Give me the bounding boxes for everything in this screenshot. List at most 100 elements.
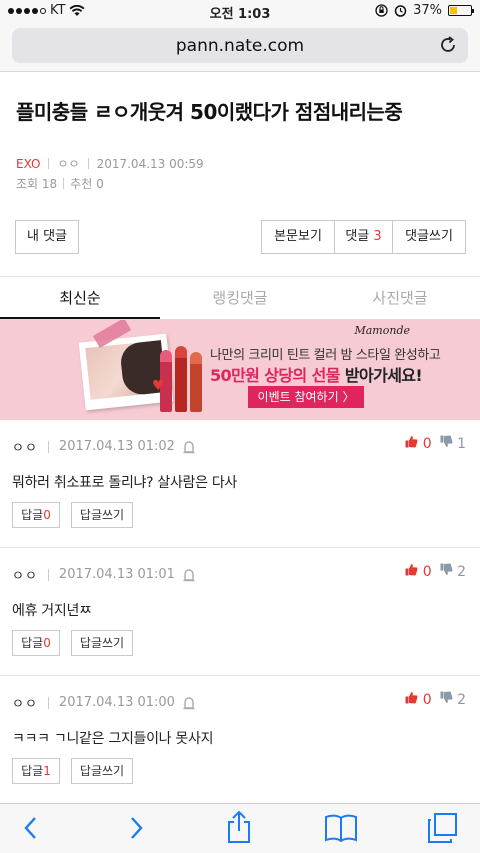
- back-icon[interactable]: [20, 814, 42, 842]
- comment-votes: 0 1: [405, 435, 466, 452]
- comment-votes: 0 2: [405, 691, 466, 708]
- thumbs-down-icon: [440, 563, 453, 575]
- comment-header: ㅇㅇ 2017.04.13 01:01: [12, 565, 195, 584]
- reload-icon[interactable]: [438, 35, 458, 55]
- my-comments-button[interactable]: 내 댓글: [15, 220, 79, 254]
- address-bar[interactable]: pann.nate.com: [12, 28, 468, 63]
- heart-icon: ♥: [152, 378, 165, 394]
- post-author: ㅇㅇ: [57, 157, 80, 171]
- divider: [48, 158, 50, 169]
- write-reply-button[interactable]: 답글쓰기: [71, 630, 133, 656]
- upvote-count: 0: [422, 692, 432, 708]
- comments-count: 3: [373, 229, 382, 244]
- forward-icon[interactable]: [125, 814, 147, 842]
- report-icon[interactable]: [183, 440, 195, 454]
- upvote-button[interactable]: 0: [405, 563, 432, 580]
- tab-ranking[interactable]: 랭킹댓글: [160, 278, 320, 319]
- rotation-lock-icon: [375, 4, 388, 17]
- reply-label: 답글: [21, 508, 44, 522]
- write-reply-button[interactable]: 답글쓰기: [71, 758, 133, 784]
- reply-count: 0: [43, 508, 51, 522]
- tabs-icon[interactable]: [426, 812, 458, 844]
- alarm-icon: [394, 5, 407, 17]
- thumbs-down-icon: [440, 691, 453, 703]
- section-divider: [0, 276, 480, 277]
- divider: [63, 178, 65, 189]
- browser-toolbar: [0, 803, 480, 853]
- comment-header: ㅇㅇ 2017.04.13 01:00: [12, 693, 195, 712]
- comment-sort-tabs: 최신순 랭킹댓글 사진댓글: [0, 278, 480, 320]
- divider: [87, 158, 89, 169]
- upvote-count: 0: [422, 564, 432, 580]
- tab-photo[interactable]: 사진댓글: [320, 278, 480, 319]
- comment-header: ㅇㅇ 2017.04.13 01:02: [12, 437, 195, 456]
- comment-date: 2017.04.13 01:00: [58, 695, 175, 710]
- report-icon[interactable]: [183, 696, 195, 710]
- divider: [47, 440, 49, 453]
- post-title: 플미충들 ㄹㅇ개웃겨 50이랬다가 점점내리는중: [16, 100, 403, 124]
- post-category[interactable]: EXO: [16, 157, 40, 171]
- upvote-count: 0: [422, 436, 432, 452]
- bookmarks-icon[interactable]: [324, 813, 358, 843]
- downvote-count: 2: [457, 692, 466, 708]
- comment-item: ㅇㅇ 2017.04.13 01:02 0 1 뭐하러 취소표로 돌리냐? 살사…: [0, 420, 480, 548]
- downvote-count: 2: [457, 564, 466, 580]
- reply-label: 답글: [21, 764, 44, 778]
- comment-author: ㅇㅇ: [12, 697, 38, 712]
- comments-button[interactable]: 댓글 3: [335, 221, 393, 253]
- comment-text: 에휴 거지년ㅉ: [12, 603, 92, 619]
- divider: [47, 696, 49, 709]
- comment-date: 2017.04.13 01:02: [58, 439, 175, 454]
- comment-text: ㅋㅋㅋ ㄱ니같은 그지들이나 못사지: [12, 731, 214, 747]
- reply-button[interactable]: 답글0: [12, 502, 60, 528]
- downvote-button[interactable]: 2: [440, 691, 466, 708]
- report-icon[interactable]: [183, 568, 195, 582]
- comment-author: ㅇㅇ: [12, 569, 38, 584]
- promo-line-2: 50만원 상당의 선물 받아가세요!: [210, 362, 423, 386]
- thumbs-down-icon: [440, 435, 453, 447]
- battery-percent: 37%: [413, 3, 442, 18]
- recommend-count: 추천 0: [70, 177, 104, 191]
- post-stats: 조회 18 추천 0: [16, 175, 104, 192]
- lip-crayon-red: [175, 346, 187, 412]
- status-right: 37%: [375, 3, 474, 18]
- downvote-count: 1: [457, 436, 466, 452]
- downvote-button[interactable]: 2: [440, 563, 466, 580]
- upvote-button[interactable]: 0: [405, 691, 432, 708]
- comment-item: ㅇㅇ 2017.04.13 01:01 0 2 에휴 거지년ㅉ 답글0 답글쓰기: [0, 548, 480, 676]
- downvote-button[interactable]: 1: [440, 435, 466, 452]
- post-action-group: 본문보기 댓글 3 댓글쓰기: [261, 220, 466, 254]
- reply-button[interactable]: 답글0: [12, 630, 60, 656]
- ad-banner[interactable]: ♥ Mamonde 나만의 크리미 틴트 컬러 밤 스타일 완성하고 50만원 …: [0, 320, 480, 420]
- reply-button[interactable]: 답글1: [12, 758, 60, 784]
- tab-latest[interactable]: 최신순: [0, 278, 160, 319]
- comment-author: ㅇㅇ: [12, 441, 38, 456]
- comments-label: 댓글: [345, 229, 370, 244]
- view-count: 조회 18: [16, 177, 58, 191]
- url-text[interactable]: pann.nate.com: [12, 36, 468, 56]
- promo-line-1: 나만의 크리미 틴트 컬러 밤 스타일 완성하고: [210, 348, 441, 363]
- reply-count: 0: [43, 636, 51, 650]
- lip-crayon-coral: [190, 352, 202, 412]
- write-reply-button[interactable]: 답글쓰기: [71, 502, 133, 528]
- comment-item: ㅇㅇ 2017.04.13 01:00 0 2 ㅋㅋㅋ ㄱ니같은 그지들이나 못…: [0, 676, 480, 804]
- status-bar: KT 오전 1:03 37%: [0, 0, 480, 22]
- reply-label: 답글: [21, 636, 44, 650]
- thumbs-up-icon: [405, 692, 418, 704]
- event-join-button[interactable]: 이벤트 참여하기 〉: [248, 386, 364, 408]
- upvote-button[interactable]: 0: [405, 435, 432, 452]
- comment-votes: 0 2: [405, 563, 466, 580]
- write-comment-button[interactable]: 댓글쓰기: [393, 221, 465, 253]
- share-icon[interactable]: [224, 810, 254, 844]
- post-meta: EXO ㅇㅇ 2017.04.13 00:59: [16, 155, 204, 172]
- promo-highlight: 50만원 상당의 선물: [210, 366, 340, 385]
- thumbs-up-icon: [405, 564, 418, 576]
- thumbs-up-icon: [405, 436, 418, 448]
- brand-logo: Mamonde: [354, 324, 410, 337]
- post-date: 2017.04.13 00:59: [96, 156, 204, 171]
- promo-line-2-rest: 받아가세요!: [339, 366, 423, 385]
- view-post-button[interactable]: 본문보기: [262, 221, 335, 253]
- divider: [47, 568, 49, 581]
- reply-count: 1: [43, 764, 51, 778]
- comment-text: 뭐하러 취소표로 돌리냐? 살사람은 다사: [12, 475, 238, 491]
